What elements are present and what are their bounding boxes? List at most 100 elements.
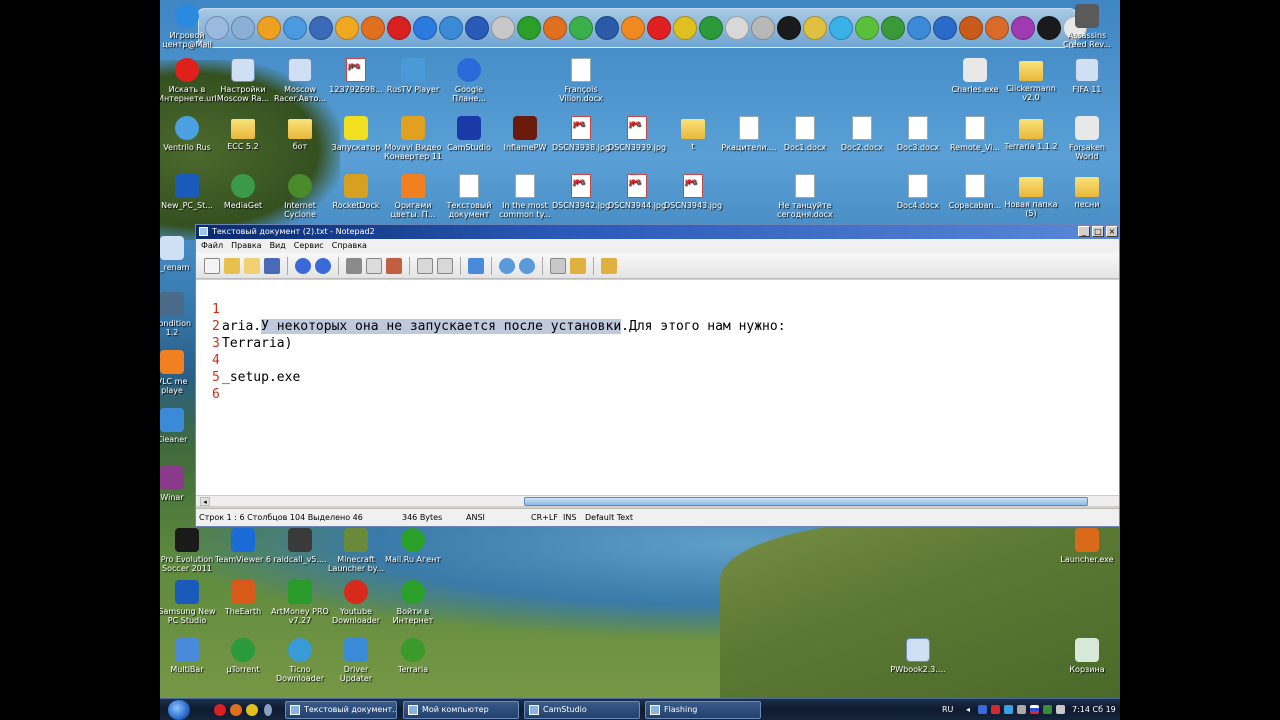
desktop-icon[interactable]: MultiBar (160, 638, 216, 674)
dock-firefox-icon[interactable] (543, 16, 567, 40)
desktop-icon[interactable]: Internet Cyclone (271, 174, 329, 219)
dock-opera-icon[interactable] (387, 16, 411, 40)
desktop-icon[interactable]: VLC me playe (160, 350, 192, 395)
menu-view[interactable]: Вид (270, 239, 286, 253)
tray-flag-icon[interactable] (1030, 705, 1039, 714)
quicklaunch-opera-icon[interactable] (214, 704, 226, 716)
desktop-icon[interactable]: Winar (160, 466, 192, 502)
desktop-icon[interactable]: Movavi Видео Конвертер 11 (384, 116, 442, 161)
quicklaunch-menu-icon[interactable] (264, 704, 272, 716)
desktop-icon[interactable]: DSCN3939.jpg (608, 116, 666, 152)
desktop-icon[interactable]: µTorrent (214, 638, 272, 674)
desktop-icon[interactable]: François Villon.docx (552, 58, 610, 103)
desktop-icon[interactable]: MediaGet (214, 174, 272, 210)
copy-icon[interactable] (366, 257, 382, 274)
dock-green-icon[interactable] (855, 16, 879, 40)
word-wrap-icon[interactable] (468, 257, 484, 274)
desktop-icon[interactable]: ECC 5.2 (214, 116, 272, 151)
desktop-icon[interactable]: TeamViewer 6 (214, 528, 272, 564)
desktop-icon[interactable]: FIFA 11 (1058, 58, 1116, 94)
zoom-in-icon[interactable] (499, 257, 515, 274)
window-titlebar[interactable]: Текстовый документ (2).txt - Notepad2 _ … (196, 225, 1119, 239)
dock-network-icon[interactable] (231, 16, 255, 40)
undo-icon[interactable] (295, 257, 311, 274)
desktop-icon[interactable]: RusTV Player (384, 58, 442, 94)
dock-key-icon[interactable] (803, 16, 827, 40)
desktop-icon[interactable]: DSCN3943.jpg (664, 174, 722, 210)
desktop-icon[interactable]: InflamePW (496, 116, 554, 152)
desktop-icon[interactable]: Pro Evolution Soccer 2011 (160, 528, 216, 573)
desktop-icon[interactable]: In the most common ty... (496, 174, 554, 219)
dock-opera2-icon[interactable] (647, 16, 671, 40)
menu-file[interactable]: Файл (201, 239, 223, 253)
desktop-icon[interactable]: Moscow Racer.Авто... (271, 58, 329, 103)
desktop-icon[interactable]: Condition 1.2 (160, 292, 192, 337)
dock-tools-icon[interactable] (491, 16, 515, 40)
desktop-icon[interactable]: TheEarth (214, 580, 272, 616)
desktop-icon[interactable]: Ticno Downloader (271, 638, 329, 683)
task-flashing[interactable]: Flashing (645, 701, 761, 719)
desktop-icon[interactable]: t (664, 116, 722, 151)
dock-monitor-icon[interactable] (309, 16, 333, 40)
desktop-icon[interactable]: Charles.exe (946, 58, 1004, 94)
desktop-icon[interactable]: Корзина (1058, 638, 1116, 674)
desktop-icon[interactable]: DSCN3938.jpg (552, 116, 610, 152)
dock-box-icon[interactable] (881, 16, 905, 40)
dock-avast-icon[interactable] (257, 16, 281, 40)
desktop-icon[interactable]: Remote_Vi... (946, 116, 1004, 152)
desktop-icon[interactable]: Ventrilo Rus (160, 116, 216, 152)
dock-purple-icon[interactable] (1011, 16, 1035, 40)
desktop-icon[interactable]: Launcher.exe (1058, 528, 1116, 564)
desktop-icon[interactable]: Clickermann v2.0 (1002, 58, 1060, 102)
status-encoding[interactable]: ANSI (466, 509, 485, 527)
dock-safari-icon[interactable] (283, 16, 307, 40)
desktop-icon[interactable]: бот (271, 116, 329, 151)
dock-dl-icon[interactable] (595, 16, 619, 40)
desktop-icon[interactable]: Google Плане... (440, 58, 498, 103)
tray-app2-icon[interactable] (991, 705, 1000, 714)
menu-edit[interactable]: Правка (231, 239, 261, 253)
open-folder-icon[interactable] (224, 257, 240, 274)
desktop-icon[interactable]: Youtube Downloader (327, 580, 385, 625)
desktop-icon[interactable]: Не танцуйте сегодня.docx (776, 174, 834, 219)
desktop-icon[interactable]: песни (1058, 174, 1116, 209)
desktop-icon[interactable]: Текстовый документ (440, 174, 498, 219)
desktop-icon[interactable]: Forsaken World (1058, 116, 1116, 161)
new-file-icon[interactable] (204, 257, 220, 274)
cut-icon[interactable] (346, 257, 362, 274)
language-indicator[interactable]: RU (942, 699, 953, 720)
dock-bolt-icon[interactable] (413, 16, 437, 40)
dock-shell-icon[interactable] (621, 16, 645, 40)
dock-game1-icon[interactable] (959, 16, 983, 40)
start-button[interactable] (168, 700, 190, 720)
dock-mail-icon[interactable] (517, 16, 541, 40)
task-camstudio[interactable]: CamStudio (524, 701, 640, 719)
paste-icon[interactable] (386, 257, 402, 274)
desktop-icon[interactable]: Doc3.docx (889, 116, 947, 152)
desktop-icon[interactable]: Настройки Moscow Ra... (214, 58, 272, 103)
desktop-icon[interactable]: Cleaner (160, 408, 192, 444)
status-line-ending[interactable]: CR+LF (531, 509, 558, 527)
minimize-button[interactable]: _ (1078, 226, 1090, 237)
zoom-out-icon[interactable] (519, 257, 535, 274)
desktop-icon[interactable]: Assassins Creed Rev... (1058, 4, 1116, 49)
tray-app1-icon[interactable] (978, 705, 987, 714)
desktop-icon[interactable]: Driver Updater (327, 638, 385, 683)
desktop-icon[interactable]: CamStudio (440, 116, 498, 152)
dock-ccleaner-icon[interactable] (465, 16, 489, 40)
desktop-icon[interactable]: 123792698... (327, 58, 385, 94)
desktop-icon[interactable]: Doc1.docx (776, 116, 834, 152)
quicklaunch-chrome-icon[interactable] (246, 704, 258, 716)
desktop-icon[interactable]: Terraria 1.1.2 (1002, 116, 1060, 151)
desktop-icon[interactable]: Искать в Интернете.url (160, 58, 217, 103)
dock-globe-icon[interactable] (933, 16, 957, 40)
dock-game2-icon[interactable] (985, 16, 1009, 40)
quicklaunch-firefox-icon[interactable] (230, 704, 242, 716)
dock-utorrent-icon[interactable] (699, 16, 723, 40)
tray-arrow-icon[interactable]: ◂ (966, 699, 970, 720)
scrollbar-thumb[interactable] (524, 497, 1088, 506)
dock-tv-icon[interactable] (907, 16, 931, 40)
desktop-icon[interactable]: Copacaban... (946, 174, 1004, 210)
dock-app-icon[interactable] (439, 16, 463, 40)
desktop-icon[interactable]: Mail.Ru Агент (384, 528, 442, 564)
